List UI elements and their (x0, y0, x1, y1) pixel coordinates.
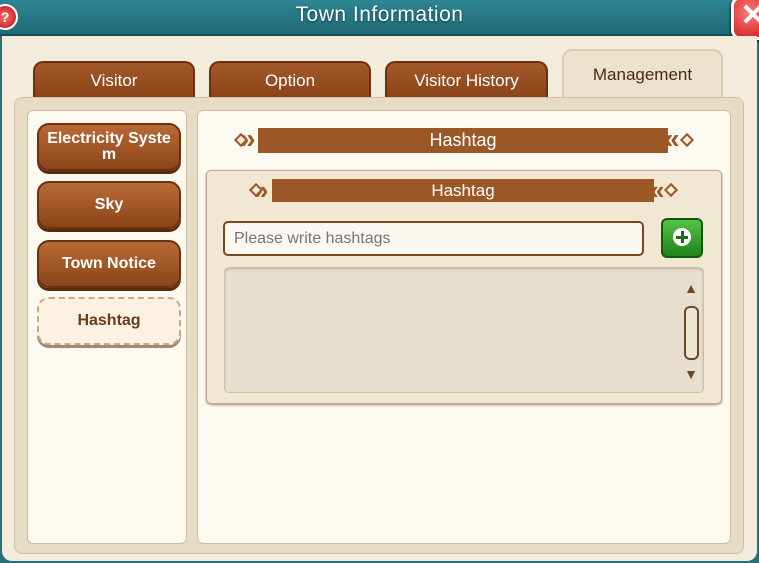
tab-visitor-history[interactable]: Visitor History (385, 61, 548, 99)
hashtag-input[interactable] (223, 221, 644, 256)
tab-management[interactable]: Management (562, 49, 723, 99)
menu-hashtag-label: Hashtag (77, 312, 141, 329)
add-hashtag-button[interactable] (661, 218, 703, 258)
menu-town-notice-button[interactable]: Town Notice (37, 240, 181, 288)
menu-electricity-system-label: Electricity Syste m (47, 130, 171, 163)
close-icon: ✕ (740, 0, 759, 32)
tab-visitor[interactable]: Visitor (33, 61, 195, 99)
section-header-banner: Hashtag (258, 128, 668, 153)
menu-hashtag-button[interactable]: Hashtag (37, 297, 181, 345)
title-bar: ? Town Information (0, 0, 759, 36)
menu-electricity-system-button[interactable]: Electricity Syste m (37, 123, 181, 171)
hashtag-list (224, 267, 704, 393)
close-button[interactable]: ✕ (731, 0, 759, 40)
subsection-header-banner: Hashtag (272, 179, 654, 202)
menu-sky-button[interactable]: Sky (37, 181, 181, 229)
window-title: Town Information (295, 3, 464, 26)
chevron-right-icon: « (664, 123, 680, 154)
menu-town-notice-label: Town Notice (62, 255, 156, 272)
scroll-up-icon[interactable]: ▲ (682, 278, 700, 298)
chevron-right-icon: « (650, 175, 665, 205)
plus-icon (673, 228, 691, 246)
scroll-down-icon[interactable]: ▼ (682, 364, 700, 384)
tab-option[interactable]: Option (209, 61, 371, 99)
scrollbar-thumb[interactable] (684, 306, 699, 360)
menu-sky-label: Sky (94, 196, 124, 213)
